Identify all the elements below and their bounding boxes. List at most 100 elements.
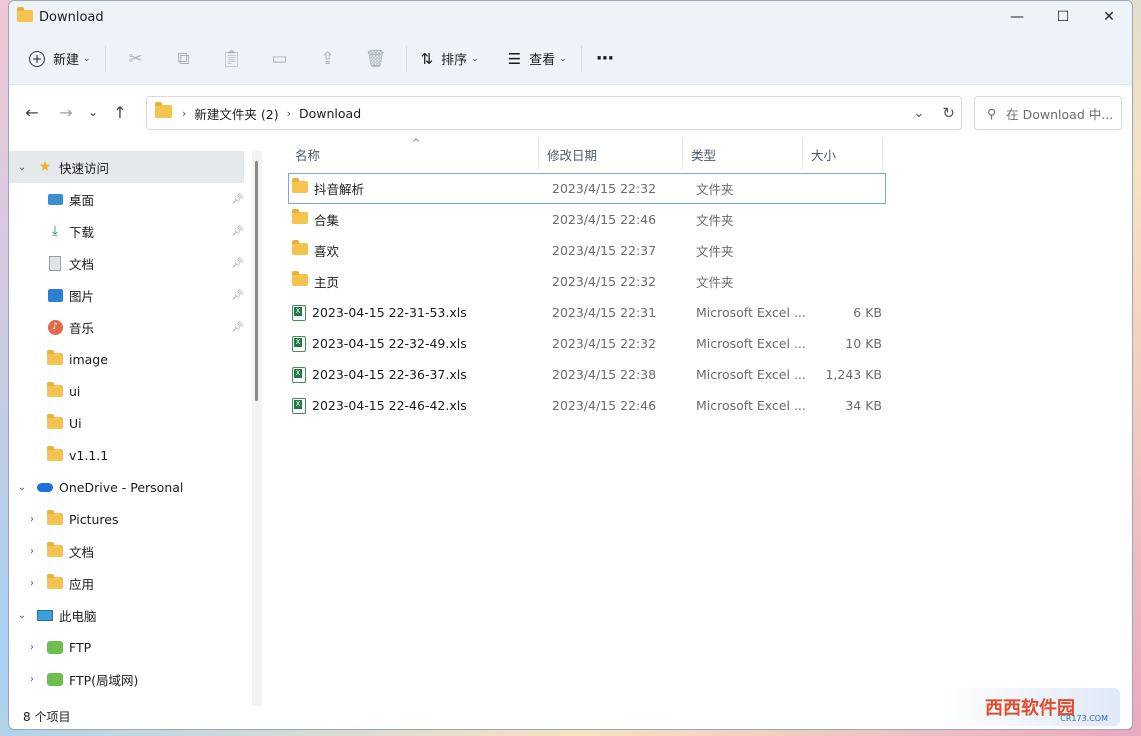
search-input[interactable]: ⚲ 在 Download 中... [974,96,1122,130]
breadcrumb-current[interactable]: Download [299,106,361,121]
up-button[interactable]: ↑ [105,97,135,127]
sidebar-item-label: Ui [69,415,82,431]
copy-button[interactable]: ⧉ [160,42,208,76]
forward-button[interactable]: → [51,97,81,127]
paste-button[interactable]: 📋︎ [208,42,256,76]
file-date: 2023/4/15 22:46 [552,212,657,227]
file-size: 6 KB [853,305,882,320]
more-button[interactable]: ··· [588,42,622,76]
column-date[interactable]: 修改日期 [539,138,683,170]
file-row[interactable]: 合集 2023/4/15 22:46 文件夹 [288,204,886,235]
maximize-button[interactable]: ☐ [1040,1,1086,33]
folder-icon [47,350,63,367]
list-view-icon: ☰ [507,49,522,68]
file-name-cell: 喜欢 [292,235,532,266]
sidebar-item-ftp-lan[interactable]: › FTP(局域网) [9,663,262,695]
breadcrumb-parent[interactable]: 新建文件夹 (2) [194,104,278,123]
file-row[interactable]: 主页 2023/4/15 22:32 文件夹 [288,266,886,297]
cut-button[interactable]: ✂ [112,42,160,76]
search-icon: ⚲ [987,105,997,121]
scrollbar-thumb[interactable] [255,161,258,401]
folder-icon [292,271,308,289]
delete-button[interactable]: 🗑︎ [352,42,400,76]
file-date: 2023/4/15 22:31 [552,305,657,320]
sidebar-item-this-pc[interactable]: ⌄ 此电脑 [9,599,262,631]
chevron-down-icon[interactable]: ⌄ [15,482,29,493]
window-title: Download [39,9,104,25]
chevron-right-icon[interactable]: › [25,578,39,589]
file-name-cell: 抖音解析 [292,173,532,204]
file-row[interactable]: 抖音解析 2023/4/15 22:32 文件夹 [288,173,886,204]
sidebar-item-onedrive-pictures[interactable]: › Pictures [9,503,262,535]
sidebar-item-music[interactable]: ♪ 音乐 📌︎ [9,311,262,343]
column-label: 类型 [691,147,717,163]
sidebar-item-label: FTP [69,639,92,655]
sidebar-item-onedrive-apps[interactable]: › 应用 [9,567,262,599]
address-bar[interactable]: › 新建文件夹 (2) › Download ⌄ ↻ [146,96,962,130]
folder-icon [292,209,308,227]
new-button[interactable]: + 新建 ⌄ [21,42,99,76]
excel-file-icon [292,304,306,321]
file-size [808,173,882,204]
column-name[interactable]: 名称 [287,138,539,170]
status-item-count: 8 个项目 [23,710,71,724]
chevron-down-icon[interactable]: ⌄ [15,162,29,173]
excel-file-icon [292,397,306,414]
excel-file-icon [292,335,306,352]
file-row[interactable]: 2023-04-15 22-31-53.xls 2023/4/15 22:31 … [288,297,886,328]
sidebar-item-label: OneDrive - Personal [59,479,184,495]
sidebar-item-label: 音乐 [69,320,95,336]
rename-button[interactable]: ▭ [256,42,304,76]
sidebar-item-documents[interactable]: 文档 📌︎ [9,247,262,279]
chevron-right-icon[interactable]: › [25,674,39,685]
file-date: 2023/4/15 22:37 [552,243,657,258]
explorer-window: Download — ☐ ✕ + 新建 ⌄ ✂ ⧉ 📋︎ ▭ ⇪ 🗑︎ ⇅ 排序… [8,0,1133,730]
breadcrumb-separator-icon: › [182,106,187,120]
file-name: 合集 [314,213,340,228]
folder-icon [292,178,308,196]
sidebar-scrollbar[interactable] [252,151,262,706]
file-row[interactable]: 2023-04-15 22-46-42.xls 2023/4/15 22:46 … [288,390,886,421]
computer-icon [37,607,53,623]
minimize-button[interactable]: — [994,1,1040,33]
address-dropdown-icon[interactable]: ⌄ [914,106,925,121]
column-size[interactable]: 大小 [803,138,883,170]
sort-icon: ⇅ [420,49,434,68]
column-type[interactable]: 类型 [683,138,803,170]
chevron-right-icon[interactable]: › [25,642,39,653]
title-bar: Download — ☐ ✕ [9,1,1132,33]
sidebar-item-onedrive-documents[interactable]: › 文档 [9,535,262,567]
file-name: 2023-04-15 22-46-42.xls [312,398,467,413]
sidebar-item-downloads[interactable]: ⤓ 下载 📌︎ [9,215,262,247]
file-size: 1,243 KB [825,367,882,382]
sidebar-item-onedrive[interactable]: ⌄ OneDrive - Personal [9,471,262,503]
sidebar-item-ui[interactable]: ui [9,375,262,407]
breadcrumb-separator-icon: › [286,106,291,120]
chevron-right-icon[interactable]: › [25,546,39,557]
sidebar-item-desktop[interactable]: 桌面 📌︎ [9,183,262,215]
recent-locations-button[interactable]: ⌄ [81,97,105,127]
file-row[interactable]: 2023-04-15 22-36-37.xls 2023/4/15 22:38 … [288,359,886,390]
close-button[interactable]: ✕ [1086,1,1132,33]
sidebar-item-ftp[interactable]: › FTP [9,631,262,663]
view-button[interactable]: ☰ 查看 ⌄ [500,42,575,76]
chevron-down-icon[interactable]: ⌄ [15,610,29,621]
sort-button[interactable]: ⇅ 排序 ⌄ [413,42,487,76]
file-type: Microsoft Excel ... [696,336,806,351]
sidebar-item-ui-upper[interactable]: Ui [9,407,262,439]
sidebar-item-image[interactable]: image [9,343,262,375]
trash-icon: 🗑︎ [364,48,387,69]
sidebar-item-pictures[interactable]: 图片 📌︎ [9,279,262,311]
cloud-icon [37,479,53,495]
file-row[interactable]: 喜欢 2023/4/15 22:37 文件夹 [288,235,886,266]
file-row[interactable]: 2023-04-15 22-32-49.xls 2023/4/15 22:32 … [288,328,886,359]
back-button[interactable]: ← [17,97,47,127]
chevron-right-icon[interactable]: › [25,514,39,525]
sidebar-item-quick-access[interactable]: ⌄ ★ 快速访问 [9,151,244,183]
file-name-cell: 2023-04-15 22-31-53.xls [292,297,532,328]
sidebar-item-v111[interactable]: v1.1.1 [9,439,262,471]
file-name: 2023-04-15 22-31-53.xls [312,305,467,320]
refresh-icon[interactable]: ↻ [942,104,955,122]
share-button[interactable]: ⇪ [304,42,352,76]
picture-icon [47,287,63,303]
